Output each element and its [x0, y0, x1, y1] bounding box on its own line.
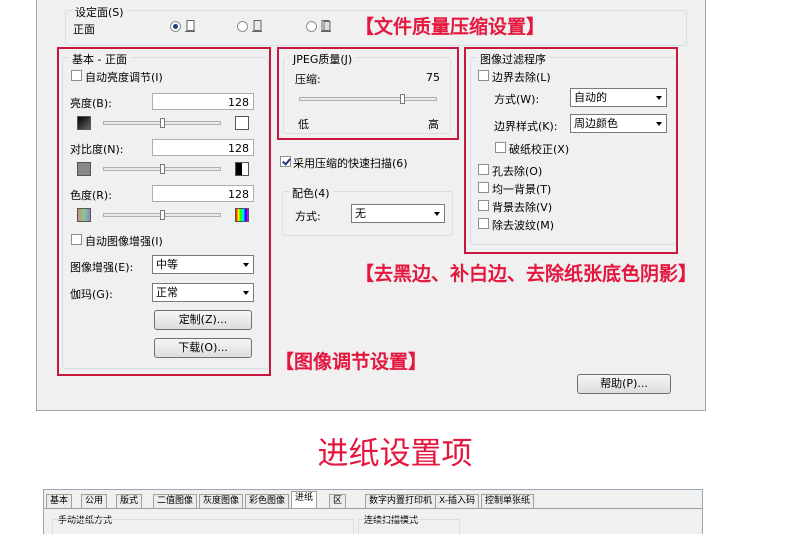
edge-fill-annotation: 【去黑边、补白边、去除纸张底色阴影】: [355, 263, 698, 285]
side-front-radio[interactable]: [170, 21, 181, 32]
manual-feed-group: [52, 519, 354, 534]
fast-scan-checkbox[interactable]: [280, 156, 291, 167]
color-drop-title: 配色(4): [289, 185, 333, 201]
edge-fill-highlight: [464, 47, 678, 254]
side-both-radio[interactable]: [306, 21, 317, 32]
tab-zone[interactable]: 区: [329, 494, 347, 508]
page-front-icon: [185, 20, 195, 32]
image-adjust-annotation: 【图像调节设置】: [275, 351, 428, 373]
file-quality-annotation: 【文件质量压缩设置】: [355, 16, 546, 38]
tab-grayscale[interactable]: 灰度图像: [199, 494, 244, 508]
chevron-down-icon: [434, 212, 440, 216]
file-quality-highlight: [277, 47, 459, 140]
tab-patch-code[interactable]: X-插入码: [435, 494, 479, 508]
tab-paper-feed[interactable]: 进纸: [291, 491, 318, 509]
tab-sheet-control[interactable]: 控制单张纸: [481, 494, 535, 508]
tab-imprinter[interactable]: 数字内置打印机: [365, 494, 437, 508]
tab-layout[interactable]: 版式: [116, 494, 143, 508]
tab-color[interactable]: 彩色图像: [245, 494, 290, 508]
setting-side-label: 设定面(S): [72, 4, 127, 20]
image-adjust-highlight: [57, 47, 271, 376]
help-button[interactable]: 帮助(P)...: [577, 374, 671, 394]
color-drop-method-label: 方式:: [295, 210, 321, 223]
continuous-scan-group: [358, 519, 460, 534]
tab-binary[interactable]: 二值图像: [153, 494, 198, 508]
page-back-icon: [252, 20, 262, 32]
tab-common[interactable]: 公用: [81, 494, 108, 508]
section-heading: 进纸设置项: [317, 436, 473, 472]
color-drop-select[interactable]: 无: [351, 204, 445, 223]
tab-strip-border: [44, 508, 702, 509]
side-back-radio[interactable]: [237, 21, 248, 32]
fast-scan-label: 采用压缩的快速扫描(6): [293, 157, 408, 170]
setting-side-value: 正面: [73, 23, 95, 36]
tab-basic[interactable]: 基本: [46, 494, 73, 508]
feed-settings-dialog: 基本 公用 版式 二值图像 灰度图像 彩色图像 进纸 区 数字内置打印机 X-插…: [43, 489, 703, 534]
color-drop-select-value: 无: [355, 207, 366, 220]
page-both-icon: [321, 20, 331, 32]
